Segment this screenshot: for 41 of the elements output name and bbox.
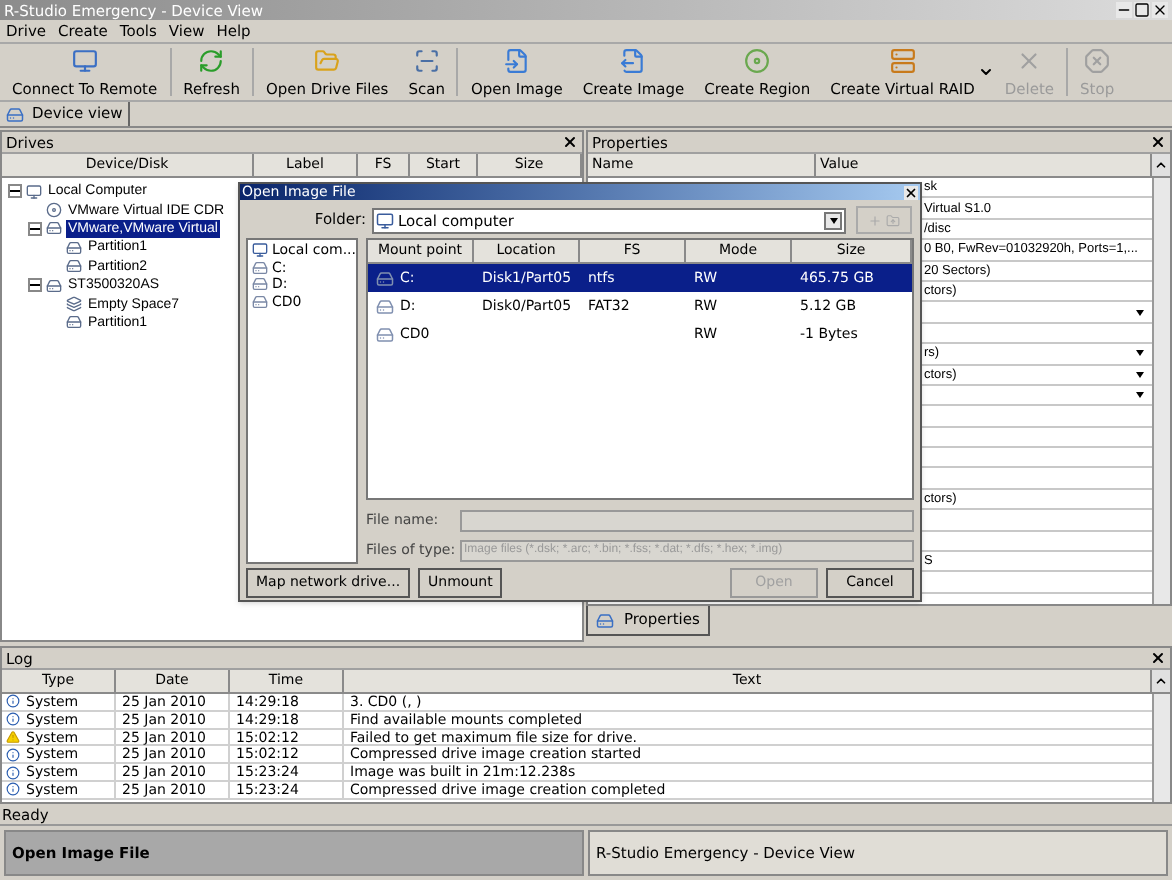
refresh-icon [198, 47, 225, 73]
arrow-up-icon [1154, 158, 1168, 172]
folder-icon [886, 213, 900, 228]
close-icon [1016, 47, 1043, 73]
scrollbar[interactable] [1152, 178, 1170, 604]
computer-icon [252, 242, 268, 259]
plus-icon [868, 213, 882, 228]
dropdown-arrow-icon[interactable] [824, 211, 842, 230]
caret-icon[interactable] [978, 64, 995, 80]
scan-icon [413, 47, 440, 73]
stop-icon [1084, 47, 1111, 73]
warning-icon [6, 730, 20, 744]
expander-icon[interactable] [8, 184, 22, 199]
scroll-up-button[interactable] [1152, 154, 1170, 178]
close-icon[interactable] [904, 185, 918, 199]
expander-icon[interactable] [28, 221, 42, 236]
maximize-icon[interactable] [1134, 2, 1150, 18]
info-icon [6, 747, 20, 762]
server-icon [889, 47, 916, 73]
close-icon[interactable] [1150, 650, 1166, 666]
expander-icon[interactable] [28, 278, 42, 293]
arrow-up-icon [1154, 674, 1168, 688]
scrollbar[interactable] [1152, 694, 1170, 802]
disc-icon [744, 47, 771, 73]
dropdown-arrow-icon[interactable] [1136, 371, 1144, 378]
info-icon [6, 694, 20, 709]
monitor-icon [71, 47, 98, 73]
computer-icon [376, 211, 394, 230]
dropdown-arrow-icon[interactable] [1136, 392, 1144, 399]
file-name-field[interactable] [460, 510, 914, 533]
info-icon [6, 712, 20, 727]
file-import-icon [503, 47, 530, 73]
file-export-icon [620, 47, 647, 73]
dropdown-arrow-icon[interactable] [1136, 350, 1144, 357]
close-icon[interactable] [562, 134, 578, 150]
close-icon[interactable] [1152, 2, 1168, 18]
scroll-up-button[interactable] [1152, 670, 1170, 694]
close-icon[interactable] [1150, 134, 1166, 150]
dropdown-arrow-icon[interactable] [1136, 309, 1144, 316]
minimize-icon[interactable] [1116, 2, 1132, 18]
folder-icon [314, 47, 341, 73]
